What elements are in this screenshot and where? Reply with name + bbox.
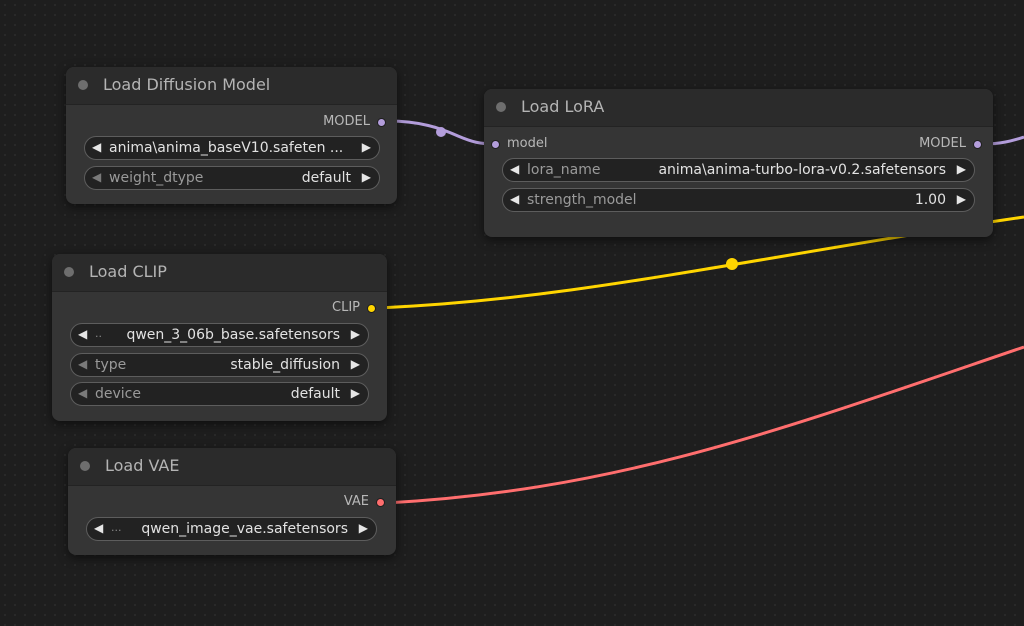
input-label: model: [507, 136, 548, 151]
arrow-right-icon[interactable]: ▶: [359, 521, 368, 535]
node-header[interactable]: Load CLIP: [52, 254, 387, 292]
model-input-dot[interactable]: [491, 140, 500, 149]
node-title: Load VAE: [105, 456, 180, 475]
node-load-lora[interactable]: Load LoRA model MODEL ◀ lora_name anima\…: [484, 89, 993, 237]
node-load-diffusion-model[interactable]: Load Diffusion Model MODEL ◀ anima\anima…: [66, 67, 397, 204]
widget-value: qwen_image_vae.safetensors: [141, 521, 348, 537]
output-slot-model[interactable]: MODEL: [919, 136, 982, 154]
node-load-clip[interactable]: Load CLIP CLIP ◀ .. qwen_3_06b_base.safe…: [52, 254, 387, 421]
arrow-right-icon[interactable]: ▶: [362, 140, 371, 154]
arrow-right-icon[interactable]: ▶: [351, 386, 360, 400]
strength-model-number[interactable]: ◀ strength_model 1.00 ▶: [502, 188, 975, 212]
vae-link[interactable]: [385, 345, 1024, 505]
arrow-left-icon[interactable]: ◀: [510, 192, 519, 206]
output-label: VAE: [343, 494, 369, 509]
node-title: Load CLIP: [89, 262, 167, 281]
widget-name: device: [95, 386, 141, 402]
weight-dtype-combo[interactable]: ◀ weight_dtype default ▶: [84, 166, 380, 190]
truncation-ellipsis: ...: [111, 521, 122, 534]
arrow-left-icon[interactable]: ◀: [78, 357, 87, 371]
arrow-right-icon[interactable]: ▶: [362, 170, 371, 184]
truncation-ellipsis: ..: [95, 327, 102, 340]
arrow-left-icon[interactable]: ◀: [92, 140, 101, 154]
input-slot-model[interactable]: model: [491, 136, 547, 154]
arrow-right-icon[interactable]: ▶: [957, 162, 966, 176]
widget-value: 1.00: [914, 192, 946, 208]
unet-name-combo[interactable]: ◀ anima\anima_baseV10.safeten ... ▶: [84, 136, 380, 160]
widget-value: anima\anima_baseV10.safeten ...: [109, 140, 344, 156]
node-header[interactable]: Load LoRA: [484, 89, 993, 127]
widget-value: default: [290, 386, 340, 402]
model-output-dot[interactable]: [973, 140, 982, 149]
model-link-midpoint[interactable]: [436, 127, 446, 137]
clip-output-dot[interactable]: [367, 304, 376, 313]
clip-device-combo[interactable]: ◀ device default ▶: [70, 382, 369, 406]
widget-value: anima\anima-turbo-lora-v0.2.safetensors: [658, 162, 946, 178]
output-slot-vae[interactable]: VAE: [344, 494, 385, 512]
arrow-right-icon[interactable]: ▶: [351, 327, 360, 341]
vae-output-dot[interactable]: [376, 498, 385, 507]
vae-name-combo[interactable]: ◀ ... qwen_image_vae.safetensors ▶: [86, 517, 377, 541]
output-label: MODEL: [323, 114, 370, 129]
node-title: Load LoRA: [521, 97, 605, 116]
output-label: CLIP: [332, 300, 360, 315]
node-status-dot: [64, 267, 74, 277]
arrow-left-icon[interactable]: ◀: [92, 170, 101, 184]
node-title: Load Diffusion Model: [103, 75, 271, 94]
clip-link-midpoint[interactable]: [726, 258, 738, 270]
node-load-vae[interactable]: Load VAE VAE ◀ ... qwen_image_vae.safete…: [68, 448, 396, 555]
arrow-left-icon[interactable]: ◀: [78, 327, 87, 341]
node-status-dot: [496, 102, 506, 112]
arrow-left-icon[interactable]: ◀: [78, 386, 87, 400]
widget-value: stable_diffusion: [230, 357, 340, 373]
output-slot-model[interactable]: MODEL: [323, 114, 386, 132]
model-output-dot[interactable]: [377, 118, 386, 127]
output-slot-clip[interactable]: CLIP: [332, 300, 376, 318]
arrow-left-icon[interactable]: ◀: [510, 162, 519, 176]
arrow-left-icon[interactable]: ◀: [94, 521, 103, 535]
node-status-dot: [78, 80, 88, 90]
node-status-dot: [80, 461, 90, 471]
widget-name: strength_model: [527, 192, 637, 208]
widget-value: qwen_3_06b_base.safetensors: [126, 327, 340, 343]
widget-name: lora_name: [527, 162, 601, 178]
widget-name: weight_dtype: [109, 170, 204, 186]
arrow-right-icon[interactable]: ▶: [957, 192, 966, 206]
clip-type-combo[interactable]: ◀ type stable_diffusion ▶: [70, 353, 369, 377]
node-header[interactable]: Load VAE: [68, 448, 396, 486]
node-header[interactable]: Load Diffusion Model: [66, 67, 397, 105]
output-label: MODEL: [919, 136, 966, 151]
lora-name-combo[interactable]: ◀ lora_name anima\anima-turbo-lora-v0.2.…: [502, 158, 975, 182]
clip-name-combo[interactable]: ◀ .. qwen_3_06b_base.safetensors ▶: [70, 323, 369, 347]
arrow-right-icon[interactable]: ▶: [351, 357, 360, 371]
widget-value: default: [301, 170, 351, 186]
widget-name: type: [95, 357, 127, 373]
